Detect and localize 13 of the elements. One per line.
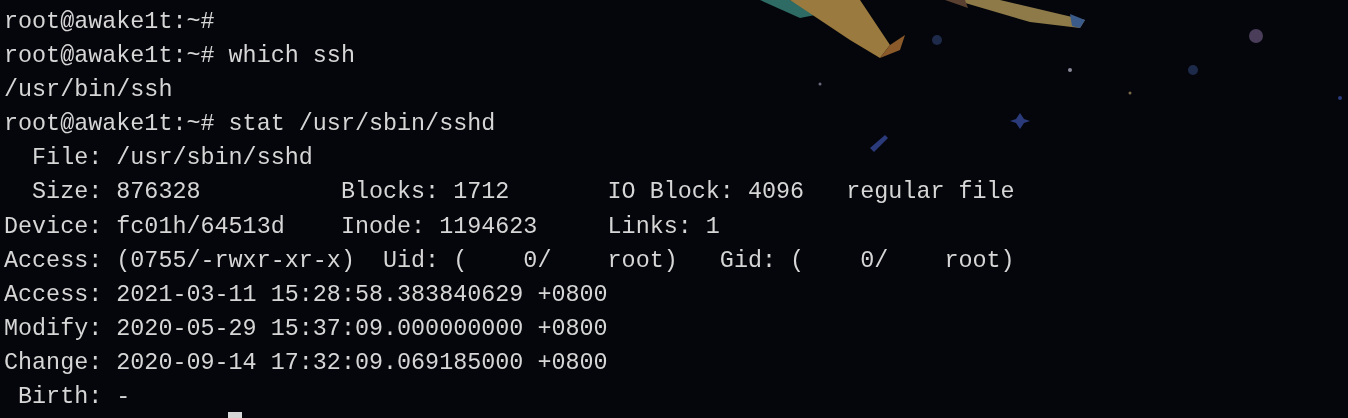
terminal-line: Size: 876328 Blocks: 1712 IO Block: 4096 regular file [31, 178, 1015, 208]
terminal-line: root@awake1t:~# [4, 8, 215, 37]
cursor [228, 412, 242, 418]
terminal-line: Access: (0755/-rwxr-xr-x) Uid: ( 0/ root) Gid: ( 0/ root) [4, 246, 1015, 276]
terminal-line: root@awake1t:~# stat /usr/sbin/sshd [4, 110, 496, 140]
terminal-line: /usr/bin/ssh [4, 76, 173, 106]
terminal-line: Change: 2020-09-14 17:32:09.069185000 +0800 [4, 348, 608, 378]
terminal-line: File: /usr/sbin/sshd [31, 144, 313, 174]
terminal-line: Modify: 2020-05-29 15:37:09.000000000 +0800 [4, 314, 608, 344]
terminal-line: root@awake1t:~# which ssh [4, 42, 355, 72]
terminal-line: Device: fc01h/64513d Inode: 1194623 Links: 1 [4, 212, 720, 242]
terminal-line: Access: 2021-03-11 15:28:58.383840629 +0800 [4, 280, 608, 310]
terminal-line: Birth: - [17, 383, 131, 413]
